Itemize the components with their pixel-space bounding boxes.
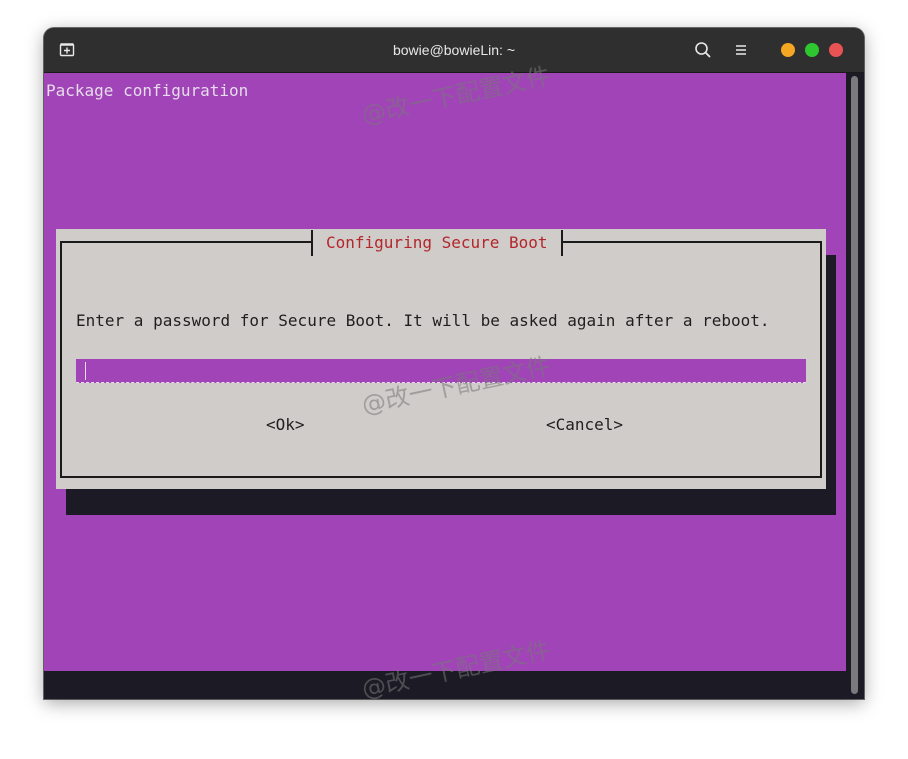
password-input[interactable]	[76, 359, 806, 383]
scrollbar-thumb[interactable]	[851, 76, 858, 694]
terminal-window: bowie@bowieLin: ~ Package configuration …	[44, 28, 864, 699]
secure-boot-dialog: Configuring Secure Boot Enter a password…	[56, 229, 826, 489]
dialog-title: Configuring Secure Boot	[311, 230, 563, 256]
hamburger-menu-icon[interactable]	[731, 40, 751, 60]
terminal-bottom-strip	[44, 671, 846, 699]
package-configuration-heading: Package configuration	[46, 81, 249, 100]
maximize-button[interactable]	[805, 43, 819, 57]
search-icon[interactable]	[693, 40, 713, 60]
close-button[interactable]	[829, 43, 843, 57]
cancel-button[interactable]: <Cancel>	[546, 415, 623, 434]
password-field-underline	[76, 382, 806, 383]
minimize-button[interactable]	[781, 43, 795, 57]
title-bar: bowie@bowieLin: ~	[44, 28, 864, 73]
ok-button[interactable]: <Ok>	[266, 415, 305, 434]
text-cursor	[85, 362, 86, 380]
new-tab-icon[interactable]	[57, 41, 77, 59]
terminal-area[interactable]: Package configuration Configuring Secure…	[44, 73, 846, 671]
password-prompt: Enter a password for Secure Boot. It wil…	[76, 311, 770, 330]
